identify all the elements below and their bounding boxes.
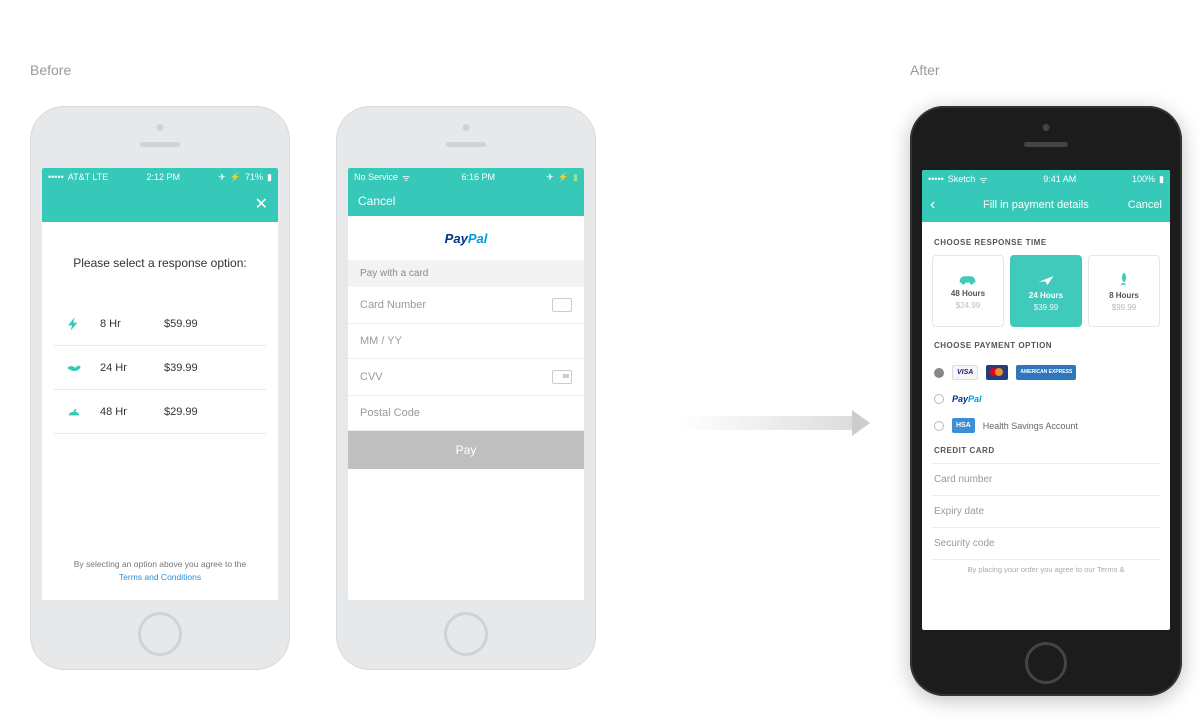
page-title: Fill in payment details	[944, 199, 1128, 211]
option-price: $59.99	[164, 318, 224, 330]
hsa-icon: HSA	[952, 418, 975, 433]
response-option-48hr[interactable]: 48 Hr $29.99	[54, 390, 266, 434]
status-bar: No Serviceᯤ 6:16 PM ✈⚡▮	[348, 168, 584, 186]
section-credit-card: CREDIT CARD	[934, 446, 1158, 455]
status-bar: •••••AT&T LTE 2:12 PM ✈⚡71%▮	[42, 168, 278, 186]
tile-price: $24.99	[956, 301, 980, 310]
wifi-icon: ᯤ	[979, 173, 987, 186]
amex-icon: AMERICAN EXPRESS	[1016, 365, 1076, 380]
option-time: 8 Hr	[94, 318, 164, 330]
card-number-field[interactable]: Card Number	[348, 287, 584, 324]
page-heading: Please select a response option:	[54, 256, 266, 270]
card-front-icon	[552, 298, 572, 312]
tile-price: $99.99	[1112, 303, 1136, 312]
rocket-icon	[1116, 270, 1132, 288]
rabbit-icon	[54, 404, 94, 420]
bird-icon	[54, 360, 94, 376]
transition-arrow	[680, 410, 870, 436]
pay-button[interactable]: Pay	[348, 431, 584, 469]
bolt-icon	[54, 316, 94, 332]
car-icon	[957, 272, 979, 286]
option-time: 48 Hr	[94, 406, 164, 418]
section-payment-option: CHOOSE PAYMENT OPTION	[934, 341, 1158, 350]
payment-option-hsa[interactable]: HSA Health Savings Account	[932, 411, 1160, 440]
paypal-icon: PayPal	[952, 394, 982, 404]
option-price: $39.99	[164, 362, 224, 374]
terms-link[interactable]: Terms and Conditions	[42, 572, 278, 582]
wifi-icon: ᯤ	[402, 171, 410, 184]
card-number-field[interactable]: Card number	[932, 463, 1160, 495]
response-option-24hr[interactable]: 24 Hr $39.99	[54, 346, 266, 390]
terms-footer: By selecting an option above you agree t…	[42, 559, 278, 582]
before-phone-1: •••••AT&T LTE 2:12 PM ✈⚡71%▮ ✕ Please se…	[30, 106, 290, 670]
after-label: After	[910, 62, 940, 78]
cancel-button[interactable]: Cancel	[1128, 199, 1162, 211]
radio-selected-icon	[934, 368, 944, 378]
nav-bar: Cancel	[348, 186, 584, 216]
close-icon[interactable]: ✕	[255, 194, 268, 214]
postal-field[interactable]: Postal Code	[348, 396, 584, 431]
tile-label: 24 Hours	[1029, 291, 1063, 300]
tile-24-hours[interactable]: 24 Hours $39.99	[1010, 255, 1082, 327]
cancel-button[interactable]: Cancel	[358, 194, 395, 208]
nav-bar: ✕	[42, 186, 278, 222]
plane-icon	[1036, 270, 1056, 288]
radio-icon	[934, 421, 944, 431]
payment-option-paypal[interactable]: PayPal	[932, 387, 1160, 411]
option-time: 24 Hr	[94, 362, 164, 374]
tile-8-hours[interactable]: 8 Hours $99.99	[1088, 255, 1160, 327]
nav-bar: ‹ Fill in payment details Cancel	[922, 188, 1170, 222]
response-option-8hr[interactable]: 8 Hr $59.99	[54, 302, 266, 346]
card-back-icon	[552, 370, 572, 384]
cvv-field[interactable]: CVV	[348, 359, 584, 396]
hsa-label: Health Savings Account	[983, 421, 1078, 431]
terms-footer: By placing your order you agree to our T…	[932, 559, 1160, 576]
tile-price: $39.99	[1034, 303, 1058, 312]
security-code-field[interactable]: Security code	[932, 527, 1160, 559]
payment-option-card[interactable]: VISA AMERICAN EXPRESS	[932, 358, 1160, 387]
back-icon[interactable]: ‹	[930, 196, 944, 214]
tile-label: 48 Hours	[951, 289, 985, 298]
mastercard-icon	[986, 365, 1008, 380]
before-phone-2: No Serviceᯤ 6:16 PM ✈⚡▮ Cancel PayPal Pa…	[336, 106, 596, 670]
paypal-logo: PayPal	[348, 216, 584, 260]
tile-label: 8 Hours	[1109, 291, 1139, 300]
visa-icon: VISA	[952, 365, 978, 380]
tile-48-hours[interactable]: 48 Hours $24.99	[932, 255, 1004, 327]
expiry-field[interactable]: Expiry date	[932, 495, 1160, 527]
after-phone: •••••Sketchᯤ 9:41 AM 100%▮ ‹ Fill in pay…	[910, 106, 1182, 696]
section-response-time: CHOOSE RESPONSE TIME	[934, 238, 1158, 247]
before-label: Before	[30, 62, 71, 78]
expiry-field[interactable]: MM / YY	[348, 324, 584, 359]
radio-icon	[934, 394, 944, 404]
option-price: $29.99	[164, 406, 224, 418]
pay-with-card-label: Pay with a card	[348, 260, 584, 287]
status-bar: •••••Sketchᯤ 9:41 AM 100%▮	[922, 170, 1170, 188]
